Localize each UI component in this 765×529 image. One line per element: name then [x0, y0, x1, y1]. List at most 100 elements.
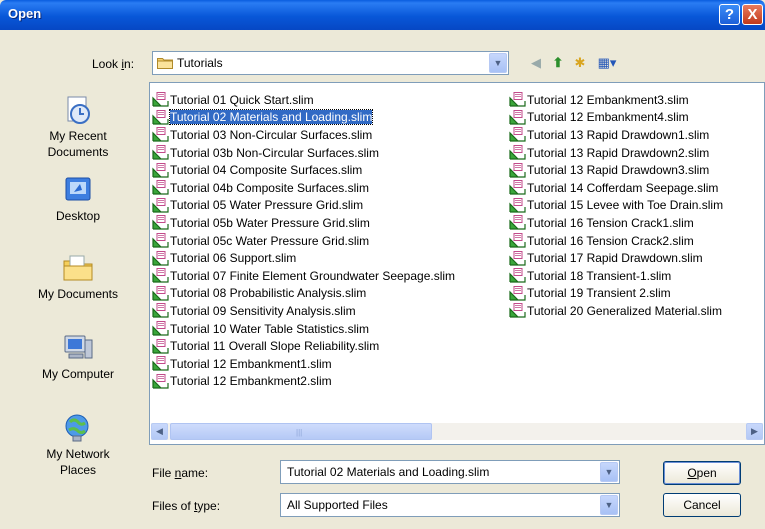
slim-file-icon — [509, 303, 526, 319]
slim-file-icon — [509, 109, 526, 125]
file-item-label: Tutorial 19 Transient 2.slim — [527, 286, 671, 301]
slim-file-icon — [509, 145, 526, 160]
file-item[interactable]: Tutorial 09 Sensitivity Analysis.slim — [152, 302, 455, 320]
file-item[interactable]: Tutorial 16 Tension Crack2.slim — [509, 232, 723, 250]
slim-file-icon — [509, 162, 526, 178]
file-item[interactable]: Tutorial 02 Materials and Loading.slim — [152, 109, 455, 127]
slim-file-icon — [152, 109, 169, 125]
file-item[interactable]: Tutorial 16 Tension Crack1.slim — [509, 214, 723, 232]
file-item-label: Tutorial 05b Water Pressure Grid.slim — [170, 215, 370, 230]
help-button[interactable]: ? — [719, 4, 740, 25]
file-item-label: Tutorial 03b Non-Circular Surfaces.slim — [170, 145, 379, 160]
file-item-label: Tutorial 12 Embankment1.slim — [170, 356, 332, 371]
file-item-label: Tutorial 12 Embankment4.slim — [527, 110, 689, 125]
file-item[interactable]: Tutorial 06 Support.slim — [152, 249, 455, 267]
look-in-value: Tutorials — [177, 56, 223, 70]
file-item[interactable]: Tutorial 13 Rapid Drawdown2.slim — [509, 144, 723, 162]
up-folder-icon[interactable]: ⬆ — [549, 54, 567, 72]
file-item[interactable]: Tutorial 03b Non-Circular Surfaces.slim — [152, 144, 455, 162]
slim-file-icon — [152, 145, 169, 160]
slim-file-icon — [152, 356, 169, 371]
look-in-dropdown[interactable]: Tutorials ▼ — [152, 51, 509, 75]
view-menu-icon[interactable]: ▦▾ — [593, 54, 621, 72]
file-item[interactable]: Tutorial 05b Water Pressure Grid.slim — [152, 214, 455, 232]
file-name-label: File name: — [152, 466, 209, 480]
file-item-label: Tutorial 04b Composite Surfaces.slim — [170, 180, 369, 195]
file-item[interactable]: Tutorial 03 Non-Circular Surfaces.slim — [152, 126, 455, 144]
file-item-label: Tutorial 08 Probabilistic Analysis.slim — [170, 286, 367, 301]
open-button[interactable]: Open — [663, 461, 741, 485]
file-item[interactable]: Tutorial 12 Embankment3.slim — [509, 91, 723, 109]
scroll-left-icon[interactable]: ◀ — [151, 423, 168, 440]
file-item[interactable]: Tutorial 04b Composite Surfaces.slim — [152, 179, 455, 197]
place-recent-documents[interactable]: My Recent Documents — [18, 94, 138, 160]
file-item[interactable]: Tutorial 04 Composite Surfaces.slim — [152, 161, 455, 179]
file-item[interactable]: Tutorial 05c Water Pressure Grid.slim — [152, 232, 455, 250]
file-item[interactable]: Tutorial 12 Embankment2.slim — [152, 373, 455, 391]
file-item[interactable]: Tutorial 05 Water Pressure Grid.slim — [152, 197, 455, 215]
slim-file-icon — [152, 127, 169, 143]
file-item[interactable]: Tutorial 01 Quick Start.slim — [152, 91, 455, 109]
place-desktop[interactable]: Desktop — [18, 174, 138, 224]
slim-file-icon — [152, 285, 169, 301]
file-item[interactable]: Tutorial 10 Water Table Statistics.slim — [152, 320, 455, 338]
file-item[interactable]: Tutorial 12 Embankment4.slim — [509, 109, 723, 127]
file-item[interactable]: Tutorial 18 Transient-1.slim — [509, 267, 723, 285]
slim-file-icon — [509, 127, 526, 143]
file-item-label: Tutorial 04 Composite Surfaces.slim — [170, 163, 363, 178]
file-item-label: Tutorial 07 Finite Element Groundwater S… — [170, 268, 456, 283]
chevron-down-icon[interactable]: ▼ — [489, 53, 507, 73]
chevron-down-icon[interactable]: ▼ — [600, 495, 618, 515]
back-icon[interactable]: ◀ — [527, 54, 545, 72]
horizontal-scrollbar[interactable]: ◀ ||| ▶ — [151, 423, 763, 440]
file-name-value: Tutorial 02 Materials and Loading.slim — [287, 465, 490, 479]
file-item[interactable]: Tutorial 13 Rapid Drawdown3.slim — [509, 161, 723, 179]
file-item[interactable]: Tutorial 08 Probabilistic Analysis.slim — [152, 285, 455, 303]
file-item[interactable]: Tutorial 17 Rapid Drawdown.slim — [509, 249, 723, 267]
file-type-dropdown[interactable]: All Supported Files ▼ — [280, 493, 620, 517]
new-folder-icon[interactable]: ✱ — [571, 54, 589, 72]
recent-documents-icon — [67, 96, 90, 124]
scroll-right-icon[interactable]: ▶ — [746, 423, 763, 440]
folder-icon — [157, 58, 173, 69]
file-item-label: Tutorial 13 Rapid Drawdown1.slim — [527, 127, 710, 142]
file-item[interactable]: Tutorial 12 Embankment1.slim — [152, 355, 455, 373]
file-item[interactable]: Tutorial 15 Levee with Toe Drain.slim — [509, 197, 723, 215]
network-places-icon — [65, 414, 89, 442]
file-item[interactable]: Tutorial 14 Cofferdam Seepage.slim — [509, 179, 723, 197]
file-item[interactable]: Tutorial 11 Overall Slope Reliability.sl… — [152, 337, 455, 355]
scrollbar-thumb[interactable]: ||| — [170, 423, 432, 440]
place-network-places[interactable]: My Network Places — [18, 412, 138, 478]
slim-file-icon — [152, 197, 169, 213]
slim-file-icon — [509, 215, 526, 231]
file-type-label: Files of type: — [152, 499, 221, 513]
file-item-label: Tutorial 14 Cofferdam Seepage.slim — [527, 180, 719, 195]
close-button[interactable]: X — [742, 4, 763, 25]
file-list[interactable]: Tutorial 01 Quick Start.slim Tutorial 02 … — [149, 82, 765, 445]
file-column-1: Tutorial 01 Quick Start.slim Tutorial 02 … — [152, 91, 455, 390]
file-item[interactable]: Tutorial 07 Finite Element Groundwater S… — [152, 267, 455, 285]
file-item-label: Tutorial 03 Non-Circular Surfaces.slim — [170, 127, 373, 142]
cancel-button[interactable]: Cancel — [663, 493, 741, 517]
file-item-label: Tutorial 01 Quick Start.slim — [170, 92, 314, 107]
file-item-label: Tutorial 15 Levee with Toe Drain.slim — [527, 198, 724, 213]
file-item-label: Tutorial 13 Rapid Drawdown3.slim — [527, 163, 710, 178]
slim-file-icon — [509, 233, 526, 248]
chevron-down-icon[interactable]: ▼ — [600, 462, 618, 482]
place-my-documents[interactable]: My Documents — [18, 252, 138, 302]
slim-file-icon — [152, 338, 169, 354]
my-computer-icon — [64, 335, 93, 359]
file-item-label: Tutorial 05 Water Pressure Grid.slim — [170, 198, 364, 213]
file-item[interactable]: Tutorial 20 Generalized Material.slim — [509, 302, 723, 320]
file-type-value: All Supported Files — [287, 498, 388, 512]
file-item-label: Tutorial 05c Water Pressure Grid.slim — [170, 233, 370, 248]
file-item-label: Tutorial 17 Rapid Drawdown.slim — [527, 251, 703, 266]
file-item[interactable]: Tutorial 13 Rapid Drawdown1.slim — [509, 126, 723, 144]
my-documents-icon — [63, 255, 93, 281]
slim-file-icon — [152, 162, 169, 178]
file-name-input[interactable]: Tutorial 02 Materials and Loading.slim ▼ — [280, 460, 620, 484]
file-item-label: Tutorial 06 Support.slim — [170, 251, 297, 266]
place-my-computer[interactable]: My Computer — [18, 332, 138, 382]
file-item[interactable]: Tutorial 19 Transient 2.slim — [509, 285, 723, 303]
file-item-label: Tutorial 10 Water Table Statistics.slim — [170, 321, 369, 336]
